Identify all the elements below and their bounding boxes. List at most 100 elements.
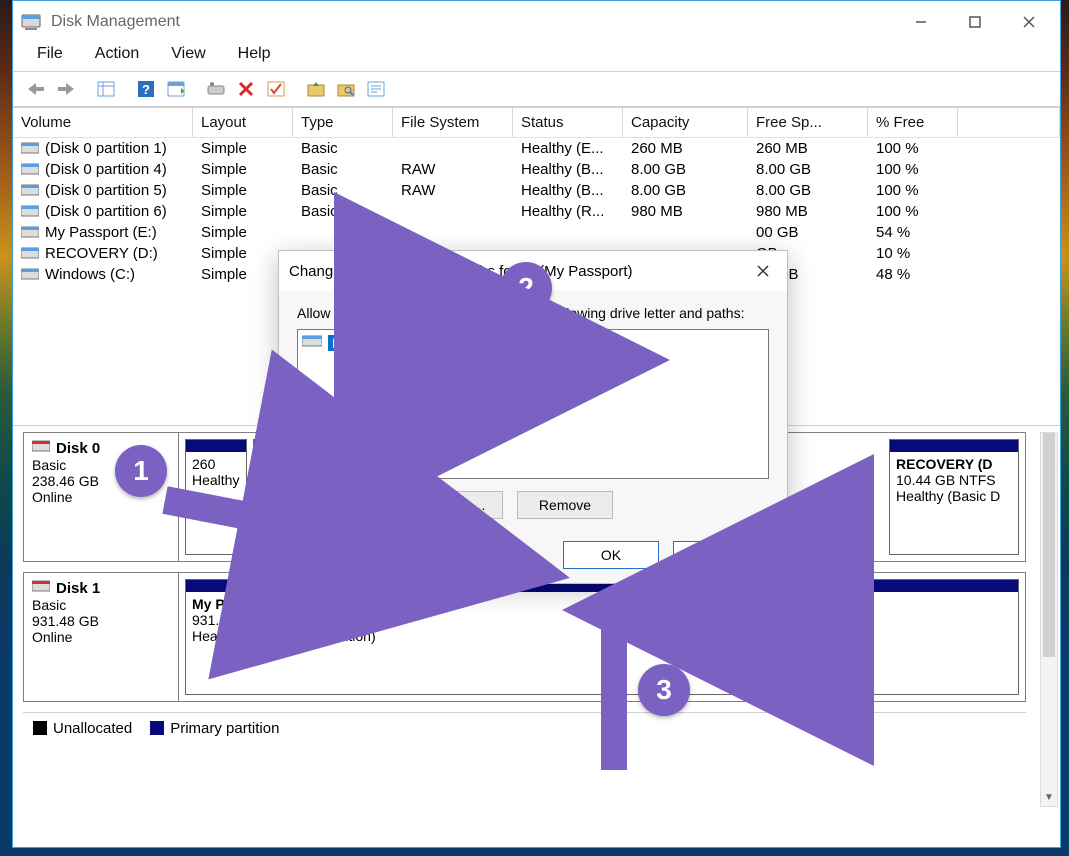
col-status[interactable]: Status bbox=[513, 108, 623, 137]
volume-layout: Simple bbox=[193, 201, 293, 222]
titlebar: Disk Management bbox=[13, 1, 1060, 43]
scroll-down-icon[interactable]: ▼ bbox=[1041, 788, 1057, 806]
volume-free: 00 GB bbox=[748, 222, 868, 243]
minimize-button[interactable] bbox=[894, 7, 948, 37]
remove-button[interactable]: Remove bbox=[517, 491, 613, 519]
col-layout[interactable]: Layout bbox=[193, 108, 293, 137]
volume-row[interactable]: (Disk 0 partition 4)SimpleBasicRAWHealth… bbox=[13, 159, 1060, 180]
volume-pct: 100 % bbox=[868, 138, 958, 159]
partition-recovery[interactable]: RECOVERY (D10.44 GB NTFSHealthy (Basic D bbox=[889, 439, 1019, 555]
volume-free: 980 MB bbox=[748, 201, 868, 222]
menu-file[interactable]: File bbox=[35, 45, 65, 63]
volume-name: (Disk 0 partition 1) bbox=[13, 138, 193, 159]
menubar: File Action View Help bbox=[13, 43, 1060, 72]
volume-capacity: 8.00 GB bbox=[623, 159, 748, 180]
drive-letter-item[interactable]: E: bbox=[302, 334, 764, 352]
volume-name: Windows (C:) bbox=[13, 264, 193, 285]
volume-pct: 100 % bbox=[868, 180, 958, 201]
cancel-button[interactable]: Cancel bbox=[673, 541, 769, 569]
volume-status: Healthy (R... bbox=[513, 201, 623, 222]
vertical-scrollbar[interactable]: ▲ ▼ bbox=[1040, 432, 1058, 807]
back-icon[interactable] bbox=[23, 76, 49, 102]
volume-icon bbox=[21, 246, 39, 258]
callout-2: 2 bbox=[500, 262, 552, 314]
volume-row[interactable]: (Disk 0 partition 5)SimpleBasicRAWHealth… bbox=[13, 180, 1060, 201]
show-tree-icon[interactable] bbox=[93, 76, 119, 102]
volume-capacity bbox=[623, 222, 748, 243]
disk1-state: Online bbox=[32, 629, 170, 645]
col-filesystem[interactable]: File System bbox=[393, 108, 513, 137]
list-header-row: Volume Layout Type File System Status Ca… bbox=[13, 108, 1060, 138]
change-button[interactable]: Change... bbox=[407, 491, 503, 519]
forward-icon[interactable] bbox=[53, 76, 79, 102]
volume-capacity: 980 MB bbox=[623, 201, 748, 222]
volume-fs bbox=[393, 201, 513, 222]
volume-fs: RAW bbox=[393, 159, 513, 180]
volume-free: 8.00 GB bbox=[748, 180, 868, 201]
volume-fs bbox=[393, 222, 513, 243]
volume-pct: 100 % bbox=[868, 159, 958, 180]
volume-layout: Simple bbox=[193, 180, 293, 201]
disk1-name: Disk 1 bbox=[56, 580, 100, 597]
menu-action[interactable]: Action bbox=[93, 45, 141, 63]
partition-mypassport[interactable]: My Passport (E:)931.48 GB NTFSHealthy (B… bbox=[185, 579, 1019, 695]
volume-type: Basic bbox=[293, 201, 393, 222]
folder-up-icon[interactable] bbox=[303, 76, 329, 102]
properties-icon[interactable] bbox=[363, 76, 389, 102]
volume-icon bbox=[21, 183, 39, 195]
drive-letter-list[interactable]: E: bbox=[297, 329, 769, 479]
volume-capacity: 8.00 GB bbox=[623, 180, 748, 201]
volume-name: (Disk 0 partition 5) bbox=[13, 180, 193, 201]
scroll-thumb[interactable] bbox=[1043, 433, 1055, 657]
legend-primary: Primary partition bbox=[150, 719, 279, 737]
disk-icon bbox=[32, 439, 50, 457]
menu-help[interactable]: Help bbox=[236, 45, 273, 63]
close-button[interactable] bbox=[1002, 7, 1056, 37]
disk1-type: Basic bbox=[32, 597, 170, 613]
detail-view-icon[interactable] bbox=[163, 76, 189, 102]
volume-free: 260 MB bbox=[748, 138, 868, 159]
disk1-partitions: My Passport (E:)931.48 GB NTFSHealthy (B… bbox=[179, 573, 1025, 701]
disk0-name: Disk 0 bbox=[56, 440, 100, 457]
help-icon[interactable]: ? bbox=[133, 76, 159, 102]
settings-icon[interactable] bbox=[203, 76, 229, 102]
dialog-body: Allow access to this volume by using the… bbox=[279, 291, 787, 583]
dialog-action-buttons: Add... Change... Remove bbox=[297, 491, 769, 519]
search-folder-icon[interactable] bbox=[333, 76, 359, 102]
volume-row[interactable]: My Passport (E:)Simple00 GB54 % bbox=[13, 222, 1060, 243]
volume-pct: 48 % bbox=[868, 264, 958, 285]
ok-button[interactable]: OK bbox=[563, 541, 659, 569]
volume-row[interactable]: (Disk 0 partition 1)SimpleBasicHealthy (… bbox=[13, 138, 1060, 159]
col-type[interactable]: Type bbox=[293, 108, 393, 137]
volume-fs bbox=[393, 138, 513, 159]
volume-icon bbox=[21, 267, 39, 279]
window-controls bbox=[894, 7, 1056, 37]
partition[interactable]: 260Healthy bbox=[185, 439, 247, 555]
svg-text:?: ? bbox=[142, 82, 150, 97]
col-capacity[interactable]: Capacity bbox=[623, 108, 748, 137]
volume-row[interactable]: (Disk 0 partition 6)SimpleBasicHealthy (… bbox=[13, 201, 1060, 222]
volume-status: Healthy (E... bbox=[513, 138, 623, 159]
delete-icon[interactable] bbox=[233, 76, 259, 102]
volume-type: Basic bbox=[293, 159, 393, 180]
disk-management-icon bbox=[21, 12, 41, 32]
add-button[interactable]: Add... bbox=[297, 491, 393, 519]
volume-icon bbox=[21, 162, 39, 174]
window-title: Disk Management bbox=[51, 13, 894, 31]
volume-layout: Simple bbox=[193, 222, 293, 243]
callout-1: 1 bbox=[115, 445, 167, 497]
volume-icon bbox=[21, 204, 39, 216]
volume-name: (Disk 0 partition 4) bbox=[13, 159, 193, 180]
col-pctfree[interactable]: % Free bbox=[868, 108, 958, 137]
col-volume[interactable]: Volume bbox=[13, 108, 193, 137]
maximize-button[interactable] bbox=[948, 7, 1002, 37]
volume-status: Healthy (B... bbox=[513, 159, 623, 180]
menu-view[interactable]: View bbox=[169, 45, 207, 63]
disk-icon bbox=[32, 579, 50, 597]
drive-letter-value: E: bbox=[328, 335, 349, 351]
dialog-close-button[interactable] bbox=[749, 259, 777, 283]
disk-row-1[interactable]: Disk 1 Basic 931.48 GB Online My Passpor… bbox=[23, 572, 1026, 702]
col-freespace[interactable]: Free Sp... bbox=[748, 108, 868, 137]
disk-label-1: Disk 1 Basic 931.48 GB Online bbox=[24, 573, 179, 701]
check-icon[interactable] bbox=[263, 76, 289, 102]
